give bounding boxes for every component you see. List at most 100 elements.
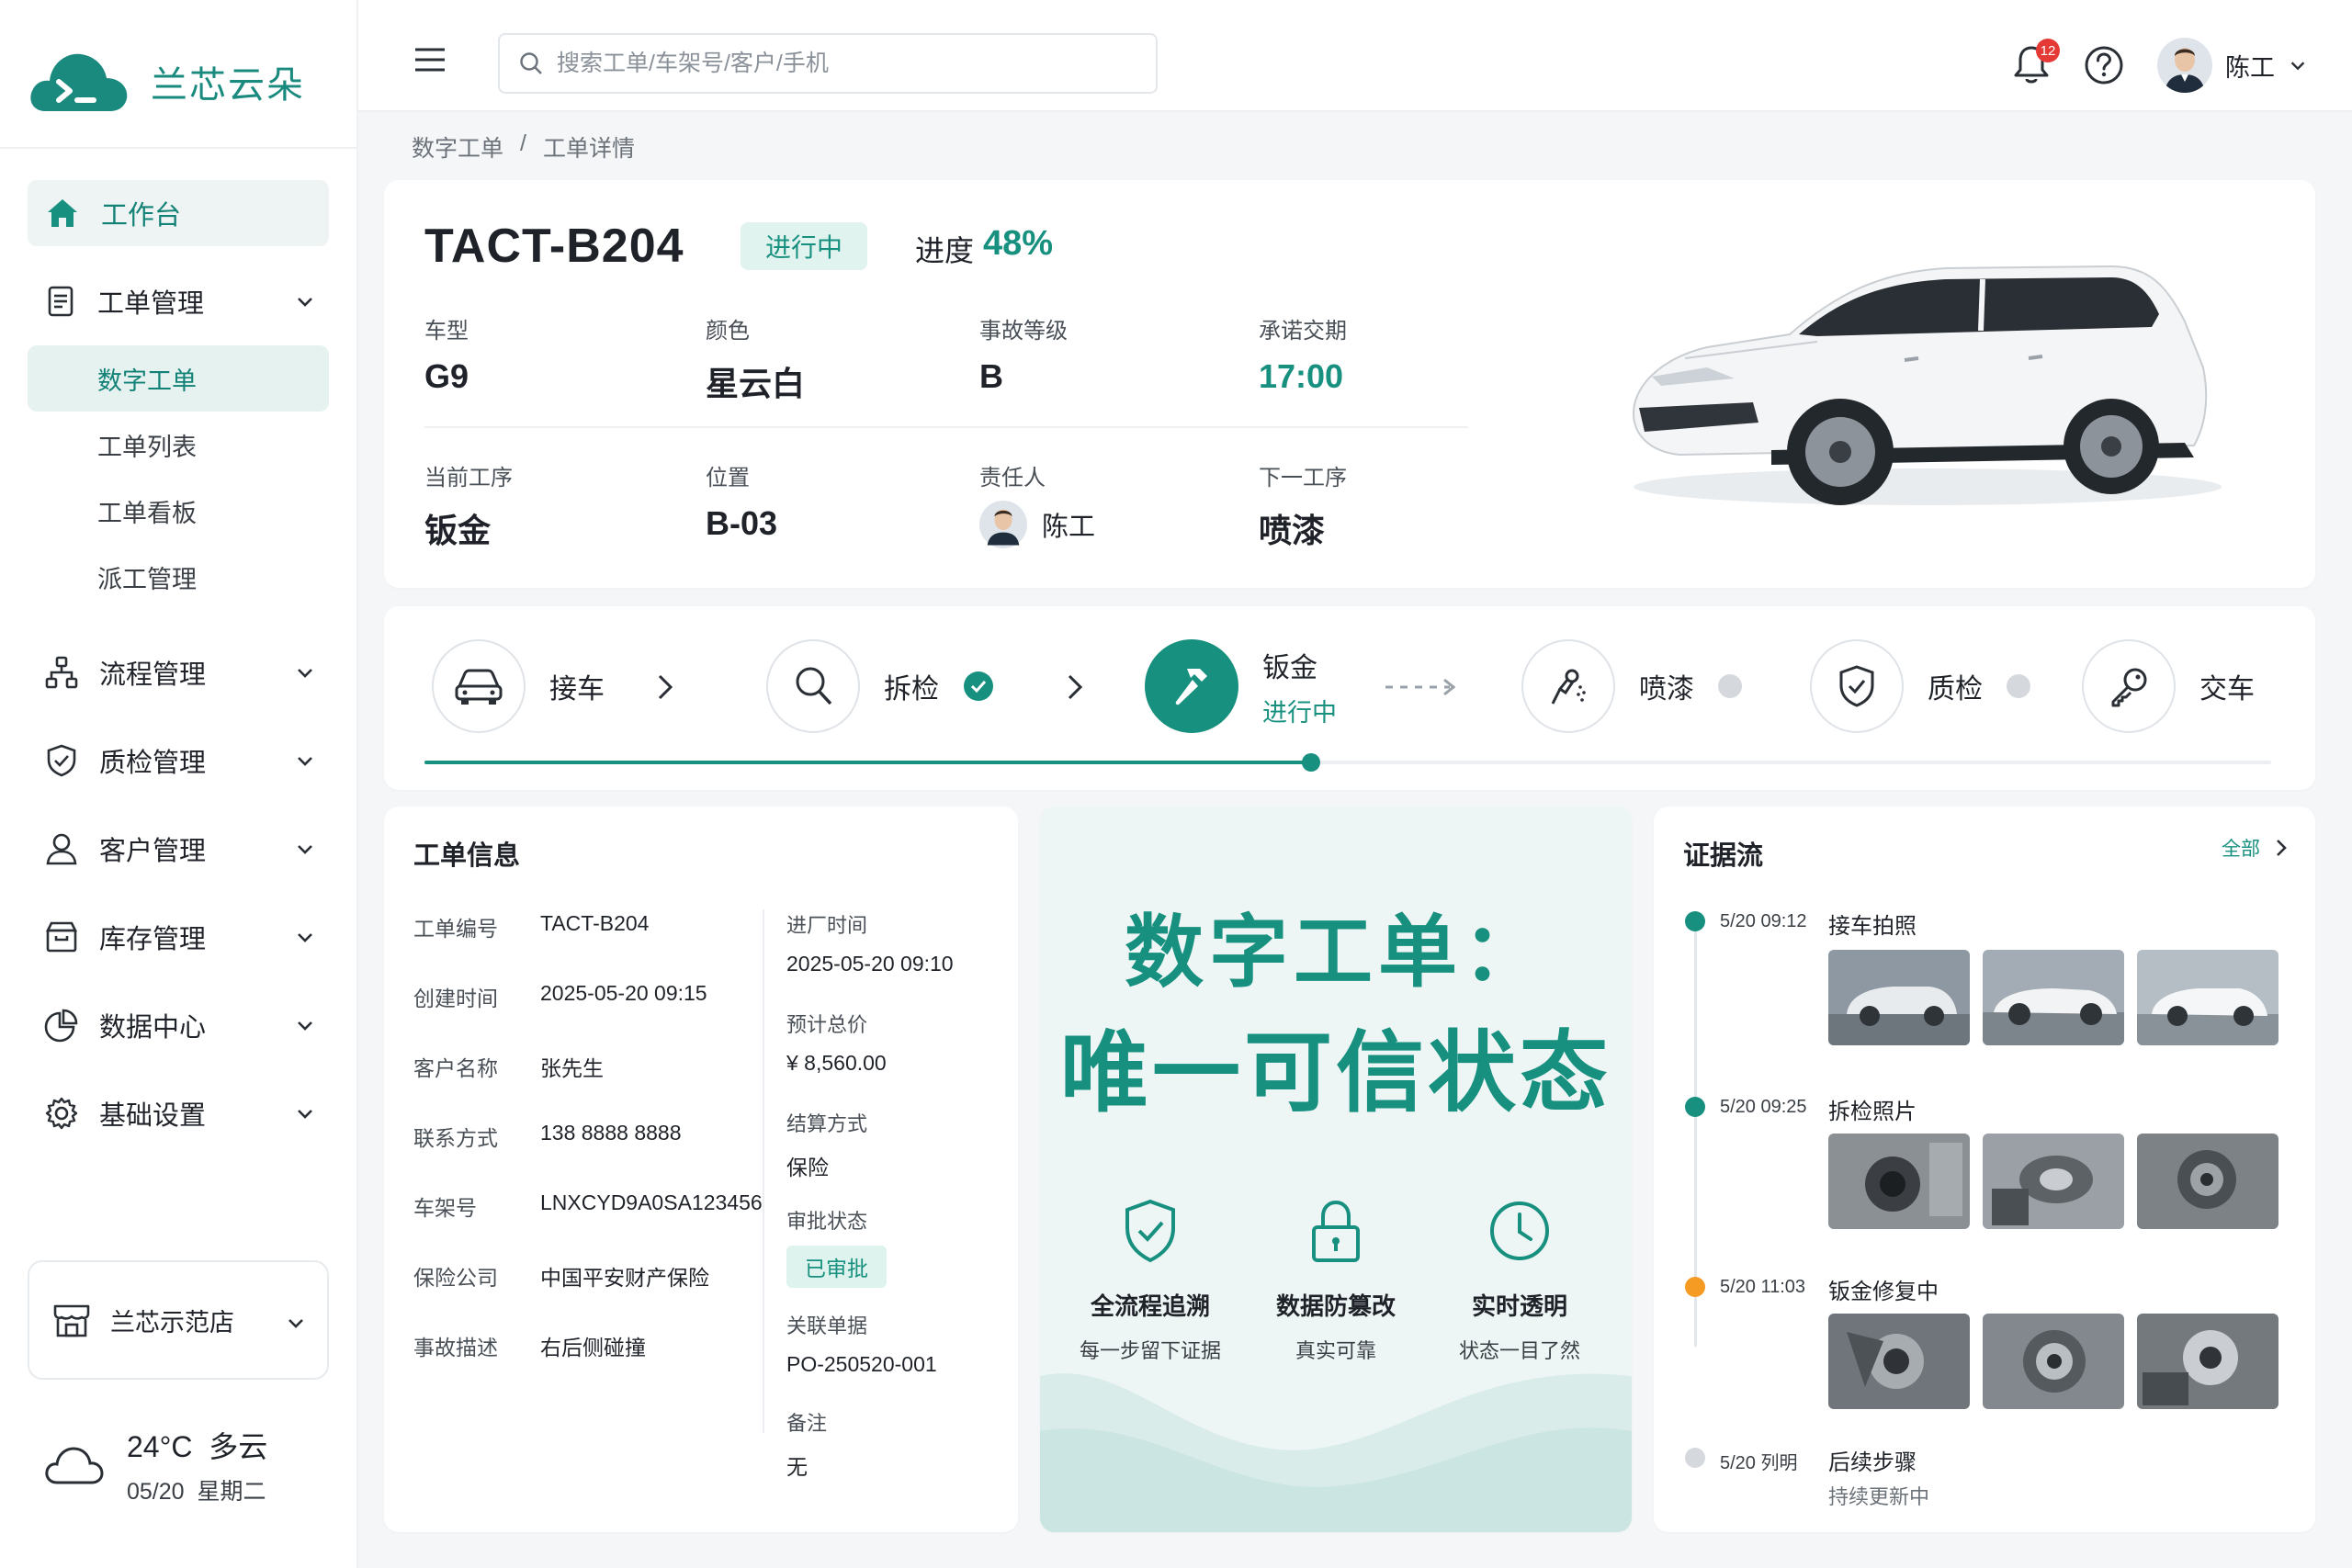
sidebar-item-inventory-management[interactable]: 库存管理: [28, 893, 329, 981]
key-icon: [2111, 668, 2147, 707]
field-accident-level: 事故等级 B: [979, 312, 1068, 396]
sidebar-item-basic-settings[interactable]: 基础设置: [28, 1069, 329, 1157]
info-item: 审批状态 已审批: [786, 1205, 887, 1288]
owner-name: 陈工: [1042, 513, 1096, 542]
photo-thumbnail[interactable]: [2137, 950, 2278, 1045]
vehicle-image: [1632, 265, 2222, 505]
user-icon: [46, 833, 77, 865]
step-circle: [1810, 639, 1904, 733]
sidebar-item-order-management[interactable]: 工单管理: [28, 268, 329, 334]
field-value: 喷漆: [1259, 512, 1326, 549]
promo-headline: 数字工单：: [1125, 908, 1547, 997]
info-key: 联系方式: [413, 1126, 498, 1150]
process-progress-handle: [1301, 753, 1320, 772]
search-box[interactable]: [498, 33, 1158, 94]
info-value: 2025-05-20 09:15: [540, 981, 707, 1005]
sidebar-item-customer-management[interactable]: 客户管理: [28, 805, 329, 893]
check-circle-icon: [964, 671, 993, 701]
view-all-link[interactable]: 全部: [2222, 834, 2288, 862]
step-teardown[interactable]: 拆检: [766, 639, 994, 733]
step-status: 进行中: [1262, 698, 1337, 727]
spray-gun-icon: [1551, 669, 1586, 705]
process-progress-fill: [424, 761, 1311, 764]
step-label: 钣金: [1262, 652, 1317, 683]
step-circle: [1145, 639, 1238, 733]
info-key: 创建时间: [413, 987, 498, 1010]
field-value: B-03: [706, 504, 778, 542]
field-label: 位置: [706, 466, 750, 491]
field-location: 位置 B-03: [706, 459, 777, 543]
breadcrumb-link[interactable]: 数字工单: [412, 130, 503, 164]
order-info-card: 工单信息 工单编号 TACT-B204 创建时间 2025-05-20 09:15 …: [384, 807, 1018, 1532]
step-pickup[interactable]: 接车: [432, 639, 605, 733]
menu-toggle-button[interactable]: [413, 46, 447, 73]
sidebar-item-label: 库存管理: [99, 925, 207, 954]
event-time: 5/20 11:03: [1720, 1277, 1806, 1297]
avatar: [2157, 38, 2212, 93]
info-value: 中国平安财产保险: [540, 1266, 709, 1290]
sidebar-subitem-order-board[interactable]: 工单看板: [28, 478, 329, 544]
step-label: 质检: [1928, 674, 1983, 705]
photo-thumbnail[interactable]: [2137, 1134, 2278, 1229]
help-button[interactable]: [2084, 45, 2124, 85]
step-delivery[interactable]: 交车: [2082, 639, 2255, 733]
event-title: 后续步骤: [1828, 1450, 1917, 1475]
sidebar-item-data-center[interactable]: 数据中心: [28, 981, 329, 1069]
app-logo[interactable]: 兰芯云朵: [28, 40, 305, 123]
field-label: 责任人: [979, 466, 1046, 491]
event-time: 5/20 09:25: [1720, 1097, 1807, 1117]
notification-button[interactable]: 12: [2012, 39, 2060, 86]
search-input[interactable]: [557, 50, 1126, 77]
photo-thumbnail[interactable]: [1828, 950, 1970, 1045]
pending-dot: [1718, 674, 1742, 698]
info-value: TACT-B204: [540, 911, 650, 935]
info-row: 工单编号 TACT-B204: [413, 911, 649, 942]
event-subtitle: 持续更新中: [1828, 1485, 1930, 1508]
sidebar: 兰芯云朵 工作台 工单管理 数字工单 工单列表 工单看板 派工管理 流程管理 质…: [0, 0, 358, 1568]
sidebar-subitem-order-list[interactable]: 工单列表: [28, 412, 329, 478]
status-badge: 进行中: [741, 222, 867, 270]
photo-thumbnail[interactable]: [1983, 950, 2124, 1045]
info-value: 138 8888 8888: [540, 1121, 682, 1145]
search-icon: [796, 667, 832, 705]
card-title: 工单信息: [413, 841, 521, 871]
pie-chart-icon: [44, 1009, 78, 1043]
timeline-dot: [1685, 911, 1705, 931]
sidebar-item-quality-management[interactable]: 质检管理: [28, 716, 329, 805]
store-selector[interactable]: 兰芯示范店: [28, 1260, 329, 1380]
field-label: 当前工序: [424, 466, 513, 491]
event-title: 钣金修复中: [1828, 1280, 1939, 1304]
photo-thumbnail[interactable]: [2137, 1314, 2278, 1409]
order-id: TACT-B204: [424, 220, 684, 273]
event-time: 5/20 09:12: [1720, 911, 1807, 931]
divider: [424, 426, 1468, 428]
sidebar-item-process-management[interactable]: 流程管理: [28, 628, 329, 716]
sidebar-subitem-digital-order[interactable]: 数字工单: [28, 345, 329, 412]
photo-thumbnail[interactable]: [1828, 1314, 1970, 1409]
step-sheet-metal[interactable]: 钣金 进行中: [1145, 639, 1337, 733]
sidebar-item-workbench[interactable]: 工作台: [28, 180, 329, 246]
step-label: 喷漆: [1639, 674, 1694, 705]
step-circle: [2082, 639, 2176, 733]
gear-icon: [45, 1097, 78, 1130]
info-row: 车架号 LNXCYD9A0SA123456: [413, 1190, 763, 1222]
sidebar-subitem-dispatch[interactable]: 派工管理: [28, 544, 329, 610]
info-value: 张先生: [540, 1056, 604, 1080]
field-value: 17:00: [1259, 357, 1344, 395]
user-name: 陈工: [2225, 53, 2275, 82]
photo-thumbnail[interactable]: [1983, 1314, 2124, 1409]
user-menu[interactable]: 陈工: [2157, 38, 2308, 93]
related-document-link[interactable]: PO-250520-001: [786, 1352, 937, 1377]
photo-thumbnail[interactable]: [1828, 1134, 1970, 1229]
step-painting[interactable]: 喷漆: [1521, 639, 1742, 733]
step-label: 拆检: [884, 674, 939, 705]
info-key: 事故描述: [413, 1336, 498, 1359]
field-value: G9: [424, 357, 469, 395]
feature-title: 全流程追溯: [1090, 1292, 1210, 1320]
info-item: 结算方式 保险: [786, 1108, 867, 1181]
photo-thumbnail[interactable]: [1983, 1134, 2124, 1229]
info-key: 关联单据: [786, 1314, 868, 1337]
step-inspection[interactable]: 质检: [1810, 639, 2030, 733]
weather-weekday: 星期二: [197, 1479, 266, 1505]
top-header: 12 陈工: [358, 0, 2352, 112]
